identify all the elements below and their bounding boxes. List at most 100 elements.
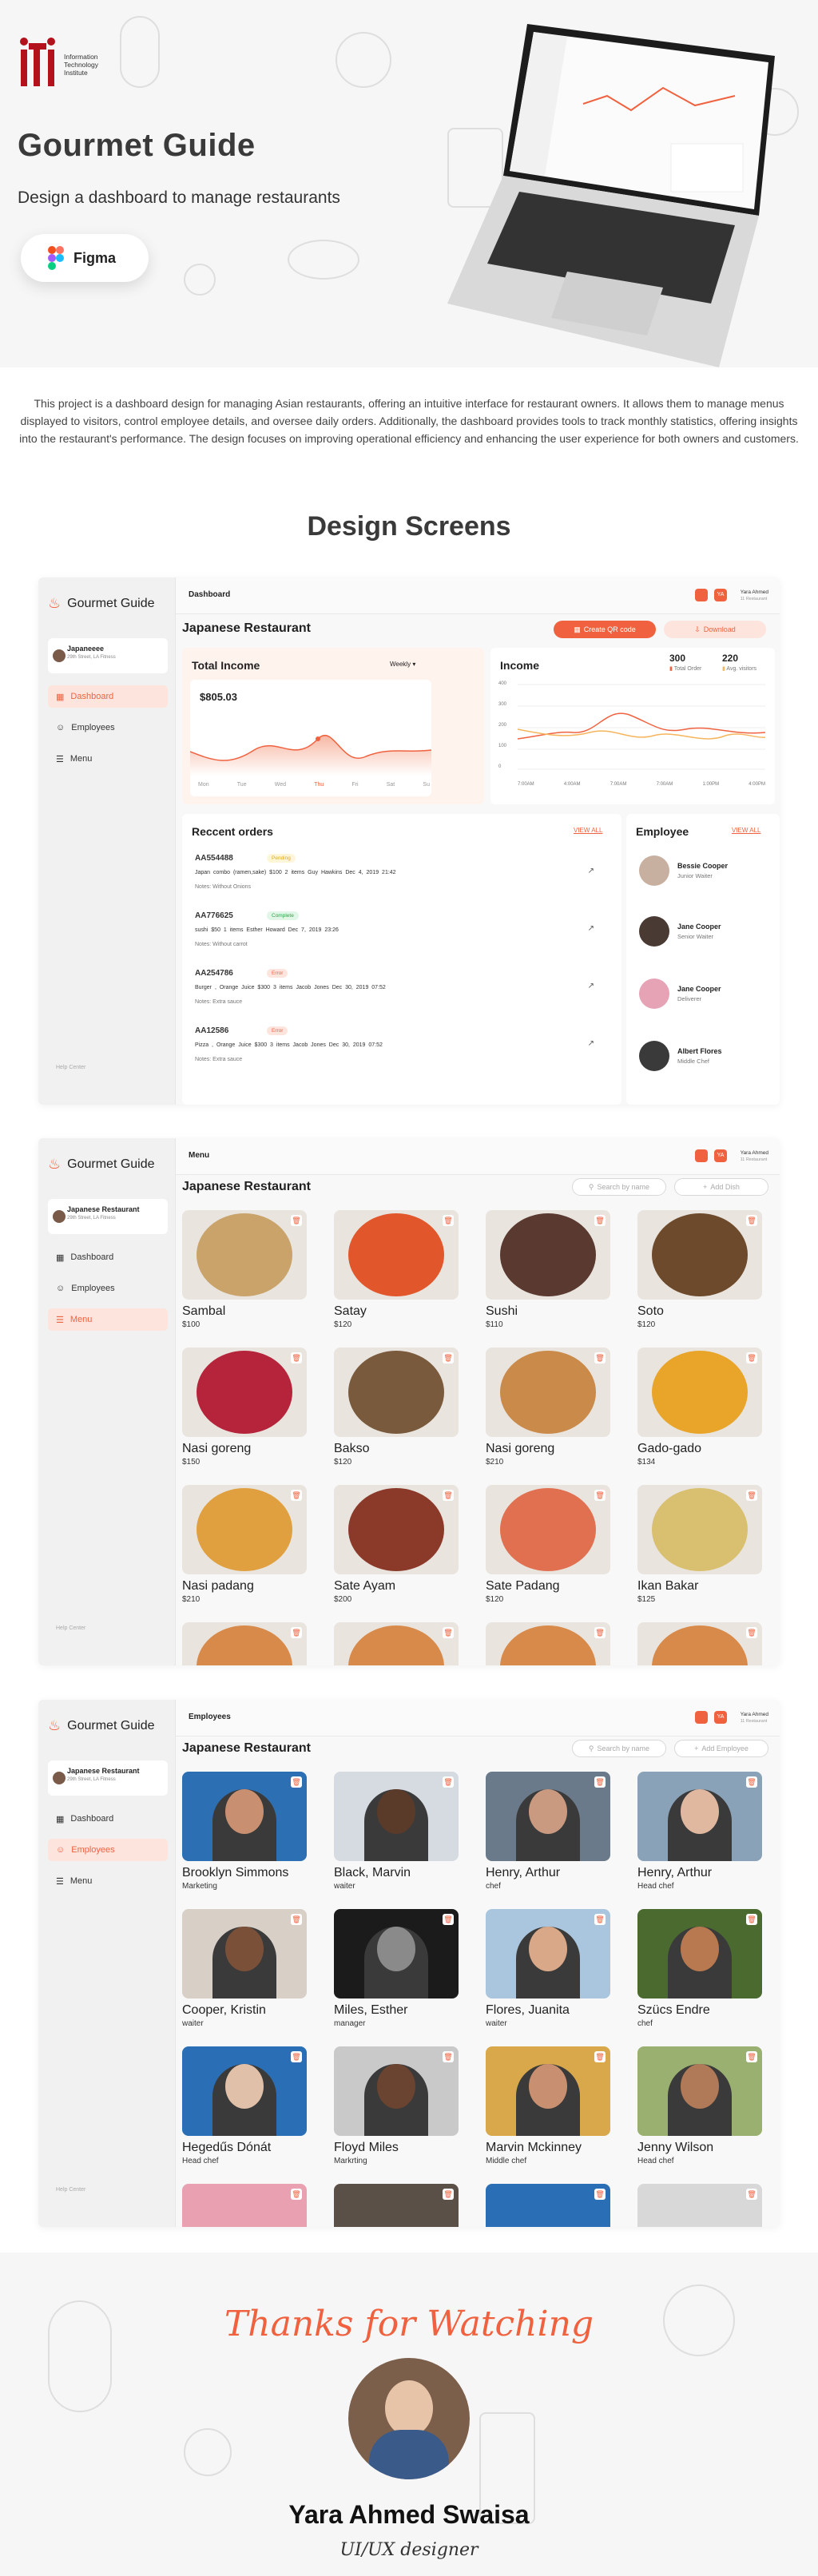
trash-icon[interactable]: 🗑 bbox=[594, 2051, 606, 2062]
order-row[interactable]: AA554488 Pending Japan combo (ramen,sake… bbox=[195, 854, 594, 905]
employee-item[interactable]: Jane Cooper Deliverer bbox=[639, 978, 775, 1010]
bell-icon[interactable] bbox=[695, 589, 708, 601]
user-avatar[interactable]: YA bbox=[714, 1711, 727, 1724]
trash-icon[interactable]: 🗑 bbox=[291, 1215, 302, 1226]
employee-tile[interactable]: 🗑 Miles, Esther manager bbox=[334, 1909, 459, 2028]
trash-icon[interactable]: 🗑 bbox=[594, 1490, 606, 1501]
trash-icon[interactable]: 🗑 bbox=[291, 1914, 302, 1925]
trash-icon[interactable]: 🗑 bbox=[443, 2189, 454, 2200]
restaurant-card[interactable]: Japanese Restaurant 29th Street, LA Fitn… bbox=[48, 1760, 168, 1796]
trash-icon[interactable]: 🗑 bbox=[443, 1490, 454, 1501]
view-all-orders-link[interactable]: VIEW ALL bbox=[574, 827, 602, 834]
employee-tile[interactable]: 🗑 Floyd Miles Markrting bbox=[334, 2046, 459, 2165]
nav-employees[interactable]: ☺ Employees bbox=[48, 716, 168, 739]
trash-icon[interactable]: 🗑 bbox=[746, 2051, 757, 2062]
trash-icon[interactable]: 🗑 bbox=[594, 1627, 606, 1638]
employee-tile[interactable]: 🗑 Szücs Endre chef bbox=[637, 1909, 762, 2028]
create-qr-button[interactable]: ▦ Create QR code bbox=[554, 621, 656, 638]
nav-dashboard[interactable]: ▦ Dashboard bbox=[48, 685, 168, 708]
trash-icon[interactable]: 🗑 bbox=[443, 1914, 454, 1925]
trash-icon[interactable]: 🗑 bbox=[746, 1776, 757, 1788]
dish-tile[interactable]: 🗑 Gado-gado $134 bbox=[637, 1348, 762, 1467]
trash-icon[interactable]: 🗑 bbox=[291, 2189, 302, 2200]
trash-icon[interactable]: 🗑 bbox=[291, 2051, 302, 2062]
trash-icon[interactable]: 🗑 bbox=[443, 1352, 454, 1363]
nav-employees[interactable]: ☺ Employees bbox=[48, 1839, 168, 1861]
dish-tile[interactable]: 🗑 Bakso $120 bbox=[334, 1348, 459, 1467]
trash-icon[interactable]: 🗑 bbox=[746, 1490, 757, 1501]
nav-dashboard[interactable]: ▦ Dashboard bbox=[48, 1246, 168, 1268]
employee-tile[interactable]: 🗑 bbox=[182, 2184, 307, 2227]
dish-tile[interactable]: 🗑 Sambal $100 bbox=[182, 1210, 307, 1329]
dish-tile[interactable]: 🗑 bbox=[334, 1622, 459, 1665]
restaurant-card[interactable]: Japaneeee 29th Street, LA Fitness bbox=[48, 638, 168, 673]
employee-item[interactable]: Bessie Cooper Junior Waiter bbox=[639, 855, 775, 887]
dish-tile[interactable]: 🗑 Satay $120 bbox=[334, 1210, 459, 1329]
search-input[interactable]: ⚲ Search by name bbox=[572, 1740, 666, 1757]
download-button[interactable]: ⇩ Download bbox=[664, 621, 766, 638]
search-input[interactable]: ⚲ Search by name bbox=[572, 1178, 666, 1196]
employee-tile[interactable]: 🗑 Marvin Mckinney Middle chef bbox=[486, 2046, 610, 2165]
restaurant-card[interactable]: Japanese Restaurant 29th Street, LA Fitn… bbox=[48, 1199, 168, 1234]
nav-menu[interactable]: ☰ Menu bbox=[48, 1308, 168, 1331]
order-row[interactable]: AA776625 Complete sushi $50 1 items Esth… bbox=[195, 911, 594, 963]
employee-tile[interactable]: 🗑 Black, Marvin waiter bbox=[334, 1772, 459, 1891]
trash-icon[interactable]: 🗑 bbox=[291, 1776, 302, 1788]
nav-employees[interactable]: ☺ Employees bbox=[48, 1277, 168, 1300]
trash-icon[interactable]: 🗑 bbox=[594, 1776, 606, 1788]
employee-tile[interactable]: 🗑 bbox=[637, 2184, 762, 2227]
add-dish-button[interactable]: + Add Dish bbox=[674, 1178, 768, 1196]
employee-tile[interactable]: 🗑 Brooklyn Simmons Marketing bbox=[182, 1772, 307, 1891]
dish-tile[interactable]: 🗑 Nasi goreng $210 bbox=[486, 1348, 610, 1467]
employee-tile[interactable]: 🗑 Hegedűs Dónát Head chef bbox=[182, 2046, 307, 2165]
trash-icon[interactable]: 🗑 bbox=[594, 1352, 606, 1363]
employee-tile[interactable]: 🗑 bbox=[486, 2184, 610, 2227]
arrow-up-right-icon[interactable]: ↗ bbox=[588, 982, 594, 990]
user-avatar[interactable]: YA bbox=[714, 1149, 727, 1162]
trash-icon[interactable]: 🗑 bbox=[746, 1627, 757, 1638]
order-row[interactable]: AA12586 Error Pizza , Orange Juice $300 … bbox=[195, 1026, 594, 1078]
employee-item[interactable]: Albert Flores Middle Chef bbox=[639, 1041, 775, 1073]
dish-tile[interactable]: 🗑 Soto $120 bbox=[637, 1210, 762, 1329]
nav-menu[interactable]: ☰ Menu bbox=[48, 748, 168, 770]
trash-icon[interactable]: 🗑 bbox=[443, 1776, 454, 1788]
arrow-up-right-icon[interactable]: ↗ bbox=[588, 867, 594, 875]
trash-icon[interactable]: 🗑 bbox=[443, 1215, 454, 1226]
trash-icon[interactable]: 🗑 bbox=[291, 1627, 302, 1638]
trash-icon[interactable]: 🗑 bbox=[291, 1352, 302, 1363]
help-link[interactable]: Help Center bbox=[56, 1065, 85, 1070]
trash-icon[interactable]: 🗑 bbox=[443, 1627, 454, 1638]
arrow-up-right-icon[interactable]: ↗ bbox=[588, 924, 594, 933]
employee-tile[interactable]: 🗑 Cooper, Kristin waiter bbox=[182, 1909, 307, 2028]
nav-menu[interactable]: ☰ Menu bbox=[48, 1870, 168, 1892]
add-employee-button[interactable]: + Add Employee bbox=[674, 1740, 768, 1757]
trash-icon[interactable]: 🗑 bbox=[594, 2189, 606, 2200]
dish-tile[interactable]: 🗑 Nasi goreng $150 bbox=[182, 1348, 307, 1467]
dish-tile[interactable]: 🗑 Sate Ayam $200 bbox=[334, 1485, 459, 1604]
dish-tile[interactable]: 🗑 Sushi $110 bbox=[486, 1210, 610, 1329]
trash-icon[interactable]: 🗑 bbox=[746, 1215, 757, 1226]
dish-tile[interactable]: 🗑 Ikan Bakar $125 bbox=[637, 1485, 762, 1604]
dish-tile[interactable]: 🗑 bbox=[486, 1622, 610, 1665]
employee-tile[interactable]: 🗑 Henry, Arthur Head chef bbox=[637, 1772, 762, 1891]
help-link[interactable]: Help Center bbox=[56, 2187, 85, 2193]
bell-icon[interactable] bbox=[695, 1149, 708, 1162]
view-all-employees-link[interactable]: VIEW ALL bbox=[732, 827, 760, 834]
trash-icon[interactable]: 🗑 bbox=[291, 1490, 302, 1501]
trash-icon[interactable]: 🗑 bbox=[594, 1215, 606, 1226]
trash-icon[interactable]: 🗑 bbox=[746, 1352, 757, 1363]
employee-tile[interactable]: 🗑 Jenny Wilson Head chef bbox=[637, 2046, 762, 2165]
trash-icon[interactable]: 🗑 bbox=[594, 1914, 606, 1925]
user-avatar[interactable]: YA bbox=[714, 589, 727, 601]
help-link[interactable]: Help Center bbox=[56, 1625, 85, 1631]
employee-tile[interactable]: 🗑 Henry, Arthur chef bbox=[486, 1772, 610, 1891]
order-row[interactable]: AA254786 Error Burger , Orange Juice $30… bbox=[195, 969, 594, 1020]
trash-icon[interactable]: 🗑 bbox=[746, 2189, 757, 2200]
dish-tile[interactable]: 🗑 bbox=[637, 1622, 762, 1665]
trash-icon[interactable]: 🗑 bbox=[443, 2051, 454, 2062]
bell-icon[interactable] bbox=[695, 1711, 708, 1724]
nav-dashboard[interactable]: ▦ Dashboard bbox=[48, 1808, 168, 1830]
employee-item[interactable]: Jane Cooper Senior Waiter bbox=[639, 916, 775, 948]
period-select[interactable]: Weekly ▾ bbox=[390, 661, 415, 668]
dish-tile[interactable]: 🗑 Sate Padang $120 bbox=[486, 1485, 610, 1604]
